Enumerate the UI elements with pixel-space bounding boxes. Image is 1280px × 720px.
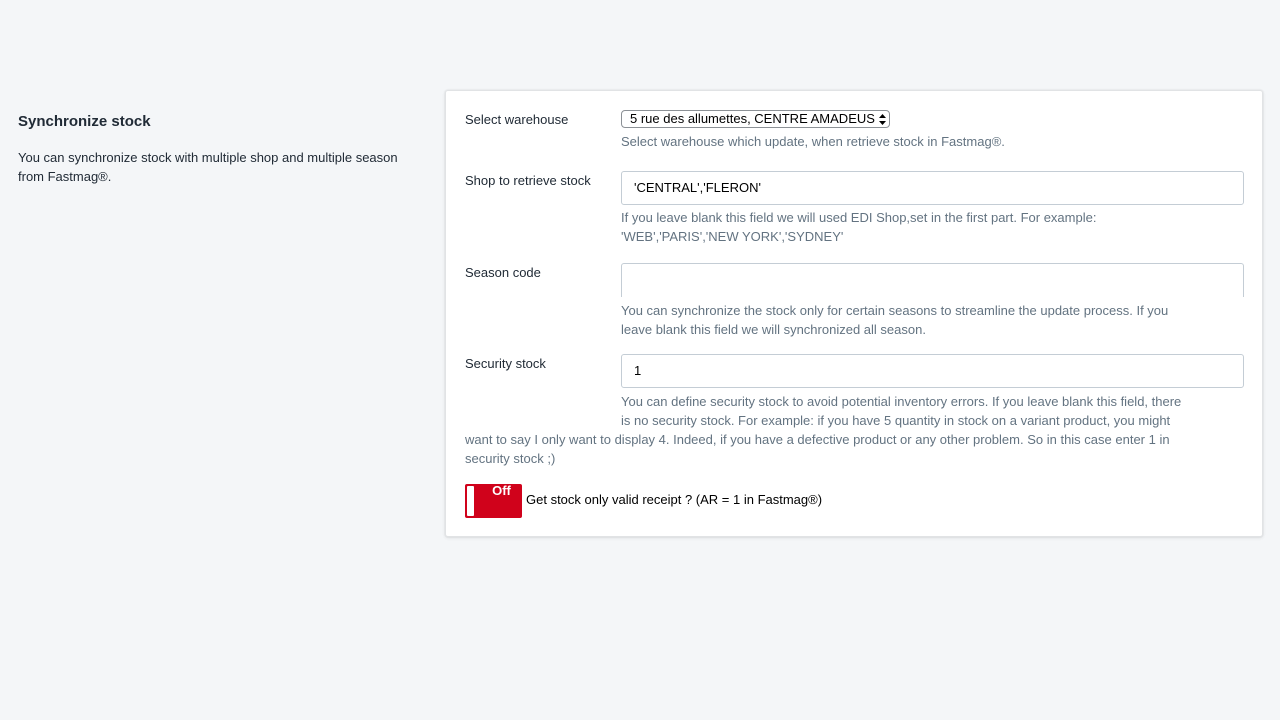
security-help-line3: want to say I only want to display 4. In… (465, 432, 1170, 447)
warehouse-select[interactable]: 5 rue des allumettes, CENTRE AMADEUS (621, 110, 890, 128)
security-stock-input[interactable]: 1 (621, 354, 1244, 388)
section-description: You can synchronize stock with multiple … (18, 150, 398, 184)
season-help-line1: You can synchronize the stock only for c… (621, 303, 1169, 318)
select-updown-icon (878, 113, 886, 125)
shop-help-line1: If you leave blank this field we will us… (621, 210, 1097, 225)
section-title: Synchronize stock (18, 113, 151, 130)
season-input[interactable] (621, 263, 1244, 297)
shop-help-line2: 'WEB','PARIS','NEW YORK','SYDNEY' (621, 229, 844, 244)
security-help-line2: is no security stock. For example: if yo… (621, 413, 1171, 428)
section-annotation: Synchronize stock You can synchronize st… (18, 112, 418, 186)
valid-receipt-label: Get stock only valid receipt ? (AR = 1 i… (526, 492, 823, 507)
warehouse-help: Select warehouse which update, when retr… (621, 134, 1005, 149)
valid-receipt-toggle[interactable]: Off (465, 483, 522, 518)
season-label: Season code (465, 265, 541, 280)
warehouse-label: Select warehouse (465, 112, 569, 127)
settings-page: Synchronize stock You can synchronize st… (0, 0, 1280, 720)
security-help-line4: security stock ;) (465, 451, 556, 466)
season-help-line2: leave blank this field we will synchroni… (621, 322, 926, 337)
security-help-line1: You can define security stock to avoid p… (621, 394, 1182, 409)
settings-card: Select warehouse 5 rue des allumettes, C… (445, 90, 1263, 537)
warehouse-select-value: 5 rue des allumettes, CENTRE AMADEUS (630, 111, 875, 126)
security-stock-label: Security stock (465, 356, 546, 371)
shop-input[interactable]: 'CENTRAL','FLERON' (621, 171, 1244, 205)
shop-label: Shop to retrieve stock (465, 173, 591, 188)
